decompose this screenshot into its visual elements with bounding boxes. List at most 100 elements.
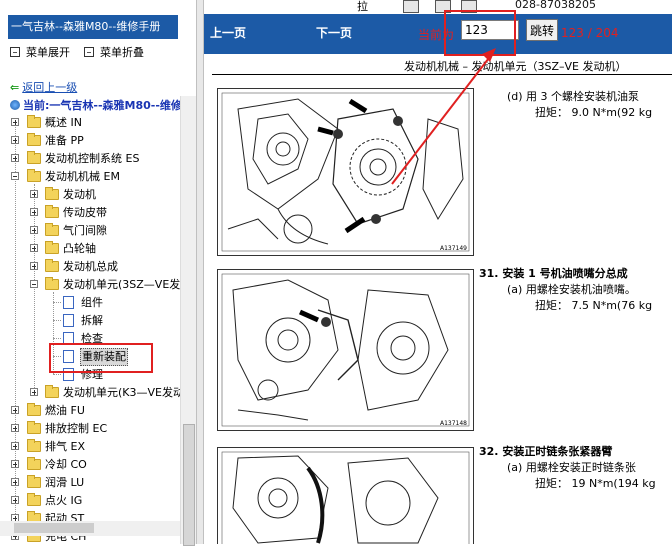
folder-icon [45, 187, 59, 200]
tree-item-label: 点火 IG [45, 494, 83, 507]
expand-toggle-icon[interactable] [30, 226, 38, 234]
scroll-thumb[interactable] [14, 523, 94, 533]
tree-item-label: 发动机控制系统 ES [45, 152, 140, 165]
tree-item-label: 排气 EX [45, 440, 85, 453]
step-31a: (a) 用螺栓安装机油喷嘴。 [507, 283, 636, 296]
panel-splitter[interactable] [196, 0, 204, 544]
tree-item-label: 传动皮带 [63, 206, 107, 219]
tree-item-label: 发动机总成 [63, 260, 118, 273]
folder-icon [45, 385, 59, 398]
figure-id: A137148 [439, 420, 467, 427]
phone-number: 028-87038205 [515, 0, 596, 11]
document-icon [63, 296, 74, 309]
folder-open-icon [27, 169, 41, 182]
figure-oil-nozzle: A137148 [217, 269, 474, 431]
folder-icon [45, 241, 59, 254]
expand-toggle-icon[interactable] [30, 244, 38, 252]
manual-title: 一气吉林--森雅M80--维修手册 [8, 15, 178, 39]
tree-connector [15, 120, 16, 540]
globe-icon [10, 100, 20, 110]
folder-icon [45, 259, 59, 272]
tree-item-label: 排放控制 EC [45, 422, 108, 435]
tree-connector [53, 320, 61, 321]
current-path: 当前:一气吉林--森雅M80--维修手 [10, 97, 196, 113]
collapse-icon [84, 47, 94, 57]
back-link[interactable]: ⇐ 返回上一级 [10, 79, 77, 95]
tree-item-label: 概述 IN [45, 116, 82, 129]
folder-icon [27, 421, 41, 434]
expand-toggle-icon[interactable] [11, 118, 19, 126]
folder-icon [45, 205, 59, 218]
folder-icon [27, 475, 41, 488]
top-strip-text: 拉 [357, 0, 368, 13]
tree-item-label: 燃油 FU [45, 404, 85, 417]
tree-item-label: 准备 PP [45, 134, 84, 147]
tree-item-label: 发动机单元(3SZ—VE发 [63, 278, 180, 291]
collapse-all-label: 菜单折叠 [100, 46, 144, 59]
folder-icon [27, 493, 41, 506]
tree-item-label: 发动机单元(K3—VE发动 [63, 386, 180, 399]
page-count: 123 / 204 [561, 26, 619, 40]
step-32a: (a) 用螺栓安装正时链条张 [507, 461, 636, 474]
current-path-label: 当前:一气吉林--森雅M80--维修手 [23, 99, 193, 112]
folder-icon [27, 403, 41, 416]
tree-item-label: 气门间隙 [63, 224, 107, 237]
torque-32a: 扭矩： 19 N*m(194 kg [535, 477, 656, 490]
figure-id: A137149 [439, 245, 467, 252]
expand-toggle-icon[interactable] [11, 424, 19, 432]
tree-item-label: 拆解 [81, 314, 103, 327]
folder-icon [27, 439, 41, 452]
next-page-link[interactable]: 下一页 [316, 24, 352, 41]
expand-all-label: 菜单展开 [26, 46, 70, 59]
expand-icon [10, 47, 20, 57]
prev-page-link[interactable]: 上一页 [210, 24, 246, 41]
vertical-scrollbar[interactable] [180, 96, 196, 546]
expand-toggle-icon[interactable] [11, 442, 19, 450]
tree-item-label: 发动机 [63, 188, 96, 201]
expand-toggle-icon[interactable] [11, 460, 19, 468]
tree-connector [53, 302, 61, 303]
collapse-toggle-icon[interactable] [30, 280, 38, 288]
expand-toggle-icon[interactable] [30, 208, 38, 216]
tree-view: 概述 IN 准备 PP 发动机控制系统 ES 发动机机械 EM 发动机 传动皮带 [0, 114, 180, 544]
torque-d: 扭矩： 9.0 N*m(92 kg [535, 106, 653, 119]
annotation-arrow [391, 48, 496, 185]
expand-toggle-icon[interactable] [11, 406, 19, 414]
scroll-thumb[interactable] [183, 424, 195, 546]
tree-connector [53, 374, 61, 375]
collapse-all-button[interactable]: 菜单折叠 [84, 44, 144, 60]
folder-icon [27, 151, 41, 164]
document-icon [63, 314, 74, 327]
tree-item-label: 冷却 CO [45, 458, 87, 471]
expand-toggle-icon[interactable] [11, 154, 19, 162]
chain-tensioner-illustration [221, 451, 470, 544]
back-arrow-icon: ⇐ [10, 81, 20, 94]
step-d: (d) 用 3 个螺栓安装机油泵 [507, 90, 640, 103]
expand-toggle-icon[interactable] [30, 262, 38, 270]
expand-toggle-icon[interactable] [11, 136, 19, 144]
step-32: 32. 安装正时链条张紧器臂 [479, 445, 613, 458]
horizontal-scrollbar[interactable] [0, 521, 180, 536]
expand-toggle-icon[interactable] [30, 190, 38, 198]
oil-nozzle-illustration [221, 273, 470, 427]
tree-item-label: 发动机机械 EM [45, 170, 120, 183]
navigation-panel: 一气吉林--森雅M80--维修手册 菜单展开 菜单折叠 ⇐ 返回上一级 当前:一气… [0, 0, 196, 546]
expand-all-button[interactable]: 菜单展开 [10, 44, 70, 60]
figure-chain-tensioner [217, 447, 474, 544]
collapse-toggle-icon[interactable] [11, 172, 19, 180]
tree-item-label: 组件 [81, 296, 103, 309]
jump-button[interactable]: 跳转 [526, 19, 558, 41]
toolbar-icon[interactable] [403, 0, 419, 13]
folder-open-icon [45, 277, 59, 290]
folder-icon [27, 457, 41, 470]
highlight-annotation [49, 343, 153, 373]
step-31: 31. 安装 1 号机油喷嘴分总成 [479, 267, 628, 280]
tree-item-label: 润滑 LU [45, 476, 85, 489]
torque-31a: 扭矩： 7.5 N*m(76 kg [535, 299, 653, 312]
expand-toggle-icon[interactable] [11, 496, 19, 504]
tree-item-label: 凸轮轴 [63, 242, 96, 255]
expand-toggle-icon[interactable] [30, 388, 38, 396]
expand-toggle-icon[interactable] [11, 478, 19, 486]
folder-icon [27, 115, 41, 128]
back-label: 返回上一级 [22, 81, 78, 94]
